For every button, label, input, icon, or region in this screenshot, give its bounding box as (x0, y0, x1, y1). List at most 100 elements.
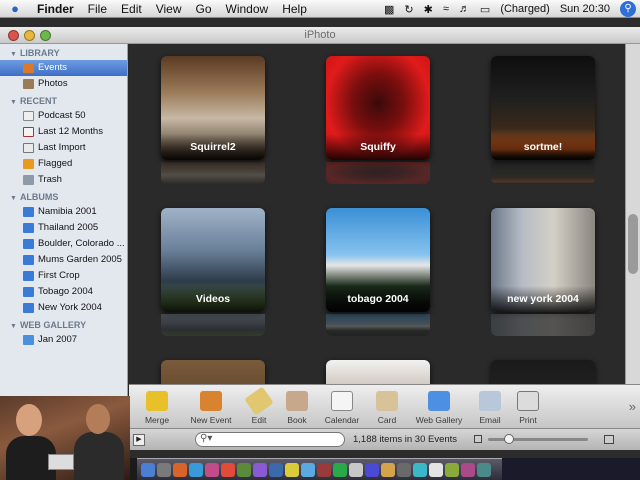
ical-dock-icon[interactable] (221, 462, 235, 477)
app-dock-icon[interactable] (349, 462, 363, 477)
battery-icon[interactable]: ▭ (480, 3, 490, 16)
sidebar-item-photos[interactable]: Photos (0, 76, 127, 92)
web-gallery-section-header[interactable]: ▼ WEB GALLERY (0, 316, 127, 332)
menu-clock[interactable]: Sun 20:30 (560, 3, 610, 15)
podcast-icon (23, 111, 34, 121)
menu-file[interactable]: File (81, 2, 114, 16)
menu-view[interactable]: View (149, 2, 189, 16)
battery-status[interactable]: (Charged) (500, 3, 550, 15)
sidebar-item-flagged[interactable]: Flagged (0, 156, 127, 172)
app-dock-icon[interactable] (381, 462, 395, 477)
card-button[interactable]: Card (371, 385, 403, 429)
notes-dock-icon[interactable] (285, 462, 299, 477)
disclosure-triangle-icon[interactable]: ▼ (10, 323, 17, 330)
sidebar-item-album[interactable]: First Crop (0, 268, 127, 284)
print-button[interactable]: Print (505, 385, 551, 429)
event-title: tobago 2004 (326, 286, 430, 312)
search-input[interactable] (224, 434, 340, 445)
slider-knob[interactable] (504, 434, 514, 444)
calendar-button[interactable]: Calendar (313, 385, 371, 429)
toolbar-overflow-chevron-icon[interactable]: » (629, 399, 636, 414)
bluetooth-icon[interactable]: ✱ (424, 3, 433, 16)
new-event-button[interactable]: New Event (185, 385, 237, 429)
event-tile-sortme[interactable]: sortme! (491, 56, 595, 160)
event-tile-tobago-2004[interactable]: tobago 2004 (326, 208, 430, 312)
event-tile-videos[interactable]: Videos (161, 208, 265, 312)
disclosure-triangle-icon[interactable]: ▼ (10, 51, 17, 58)
sidebar-item-last-12-months[interactable]: Last 12 Months (0, 124, 127, 140)
app-dock-icon[interactable] (461, 462, 475, 477)
firefox-dock-icon[interactable] (173, 462, 187, 477)
sidebar-item-podcast-50[interactable]: Podcast 50 (0, 108, 127, 124)
thumbnail-size-slider[interactable] (474, 434, 614, 445)
app-dock-icon[interactable] (445, 462, 459, 477)
sidebar-item-trash[interactable]: Trash (0, 172, 127, 188)
sidebar-item-events[interactable]: Events (0, 60, 127, 76)
event-tile-partial[interactable] (326, 360, 430, 384)
event-tile-new-york-2004[interactable]: new york 2004 (491, 208, 595, 312)
screen-recording-icon[interactable]: ▩ (384, 3, 394, 16)
dashboard-dock-icon[interactable] (157, 462, 171, 477)
sidebar-item-album[interactable]: Boulder, Colorado ... (0, 236, 127, 252)
library-section-header[interactable]: ▼ LIBRARY (0, 44, 127, 60)
spotlight-search-icon[interactable]: ⚲ (620, 1, 636, 17)
web-gallery-button[interactable]: Web Gallery (403, 385, 475, 429)
wifi-icon[interactable]: ≈ (443, 3, 449, 15)
event-title: sortme! (491, 134, 595, 160)
merge-button[interactable]: Merge (129, 385, 185, 429)
itunes-dock-icon[interactable] (205, 462, 219, 477)
album-icon (23, 287, 34, 297)
app-dock-icon[interactable] (477, 462, 491, 477)
menu-edit[interactable]: Edit (114, 2, 149, 16)
menu-app-name[interactable]: Finder (30, 2, 81, 16)
tile-reflection (491, 314, 595, 336)
volume-icon[interactable]: ♬ (459, 3, 470, 15)
menu-help[interactable]: Help (275, 2, 314, 16)
ichat-dock-icon[interactable] (237, 462, 251, 477)
menu-window[interactable]: Window (219, 2, 276, 16)
presenter-figure (74, 432, 124, 480)
app-dock-icon[interactable] (413, 462, 427, 477)
sidebar-item-album[interactable]: Namibia 2001 (0, 204, 127, 220)
disclosure-triangle-icon[interactable]: ▼ (10, 99, 17, 106)
book-button[interactable]: Book (281, 385, 313, 429)
sidebar-item-album[interactable]: Thailand 2005 (0, 220, 127, 236)
edit-button[interactable]: Edit (237, 385, 281, 429)
slider-track[interactable] (488, 438, 588, 441)
slideshow-play-icon[interactable]: ▶ (133, 433, 145, 446)
email-button[interactable]: Email (475, 385, 505, 429)
app-dock-icon[interactable] (333, 462, 347, 477)
app-dock-icon[interactable] (365, 462, 379, 477)
sidebar-item-album[interactable]: Tobago 2004 (0, 284, 127, 300)
safari-dock-icon[interactable] (189, 462, 203, 477)
recent-section-header[interactable]: ▼ RECENT (0, 92, 127, 108)
trash-icon (23, 175, 34, 185)
search-field[interactable]: ⚲▾ (195, 432, 345, 447)
app-dock-icon[interactable] (317, 462, 331, 477)
menu-go[interactable]: Go (189, 2, 219, 16)
event-tile-partial[interactable] (161, 360, 265, 384)
sidebar-item-last-import[interactable]: Last Import (0, 140, 127, 156)
sync-icon[interactable]: ↻ (404, 3, 413, 16)
window-titlebar[interactable]: iPhoto (0, 27, 640, 44)
vertical-scrollbar[interactable] (625, 44, 640, 384)
event-tile-squiffy[interactable]: Squiffy (326, 56, 430, 160)
albums-section-header[interactable]: ▼ ALBUMS (0, 188, 127, 204)
event-tile-squirrel2[interactable]: Squirrel2 (161, 56, 265, 160)
finder-dock-icon[interactable] (141, 462, 155, 477)
sidebar-item-album[interactable]: Mums Garden 2005 (0, 252, 127, 268)
apple-menu-icon[interactable]: ● (0, 1, 30, 16)
app-dock-icon[interactable] (301, 462, 315, 477)
scrollbar-thumb[interactable] (628, 214, 638, 274)
app-dock-icon[interactable] (429, 462, 443, 477)
event-tile-partial[interactable] (491, 360, 595, 384)
mail-dock-icon[interactable] (269, 462, 283, 477)
disclosure-triangle-icon[interactable]: ▼ (10, 195, 17, 202)
printer-icon (517, 391, 539, 411)
sidebar-item-web-gallery[interactable]: Jan 2007 (0, 332, 127, 348)
webcam-overlay (0, 396, 130, 480)
app-dock-icon[interactable] (397, 462, 411, 477)
sidebar-item-album[interactable]: New York 2004 (0, 300, 127, 316)
iphoto-dock-icon[interactable] (253, 462, 267, 477)
album-icon (23, 255, 34, 265)
